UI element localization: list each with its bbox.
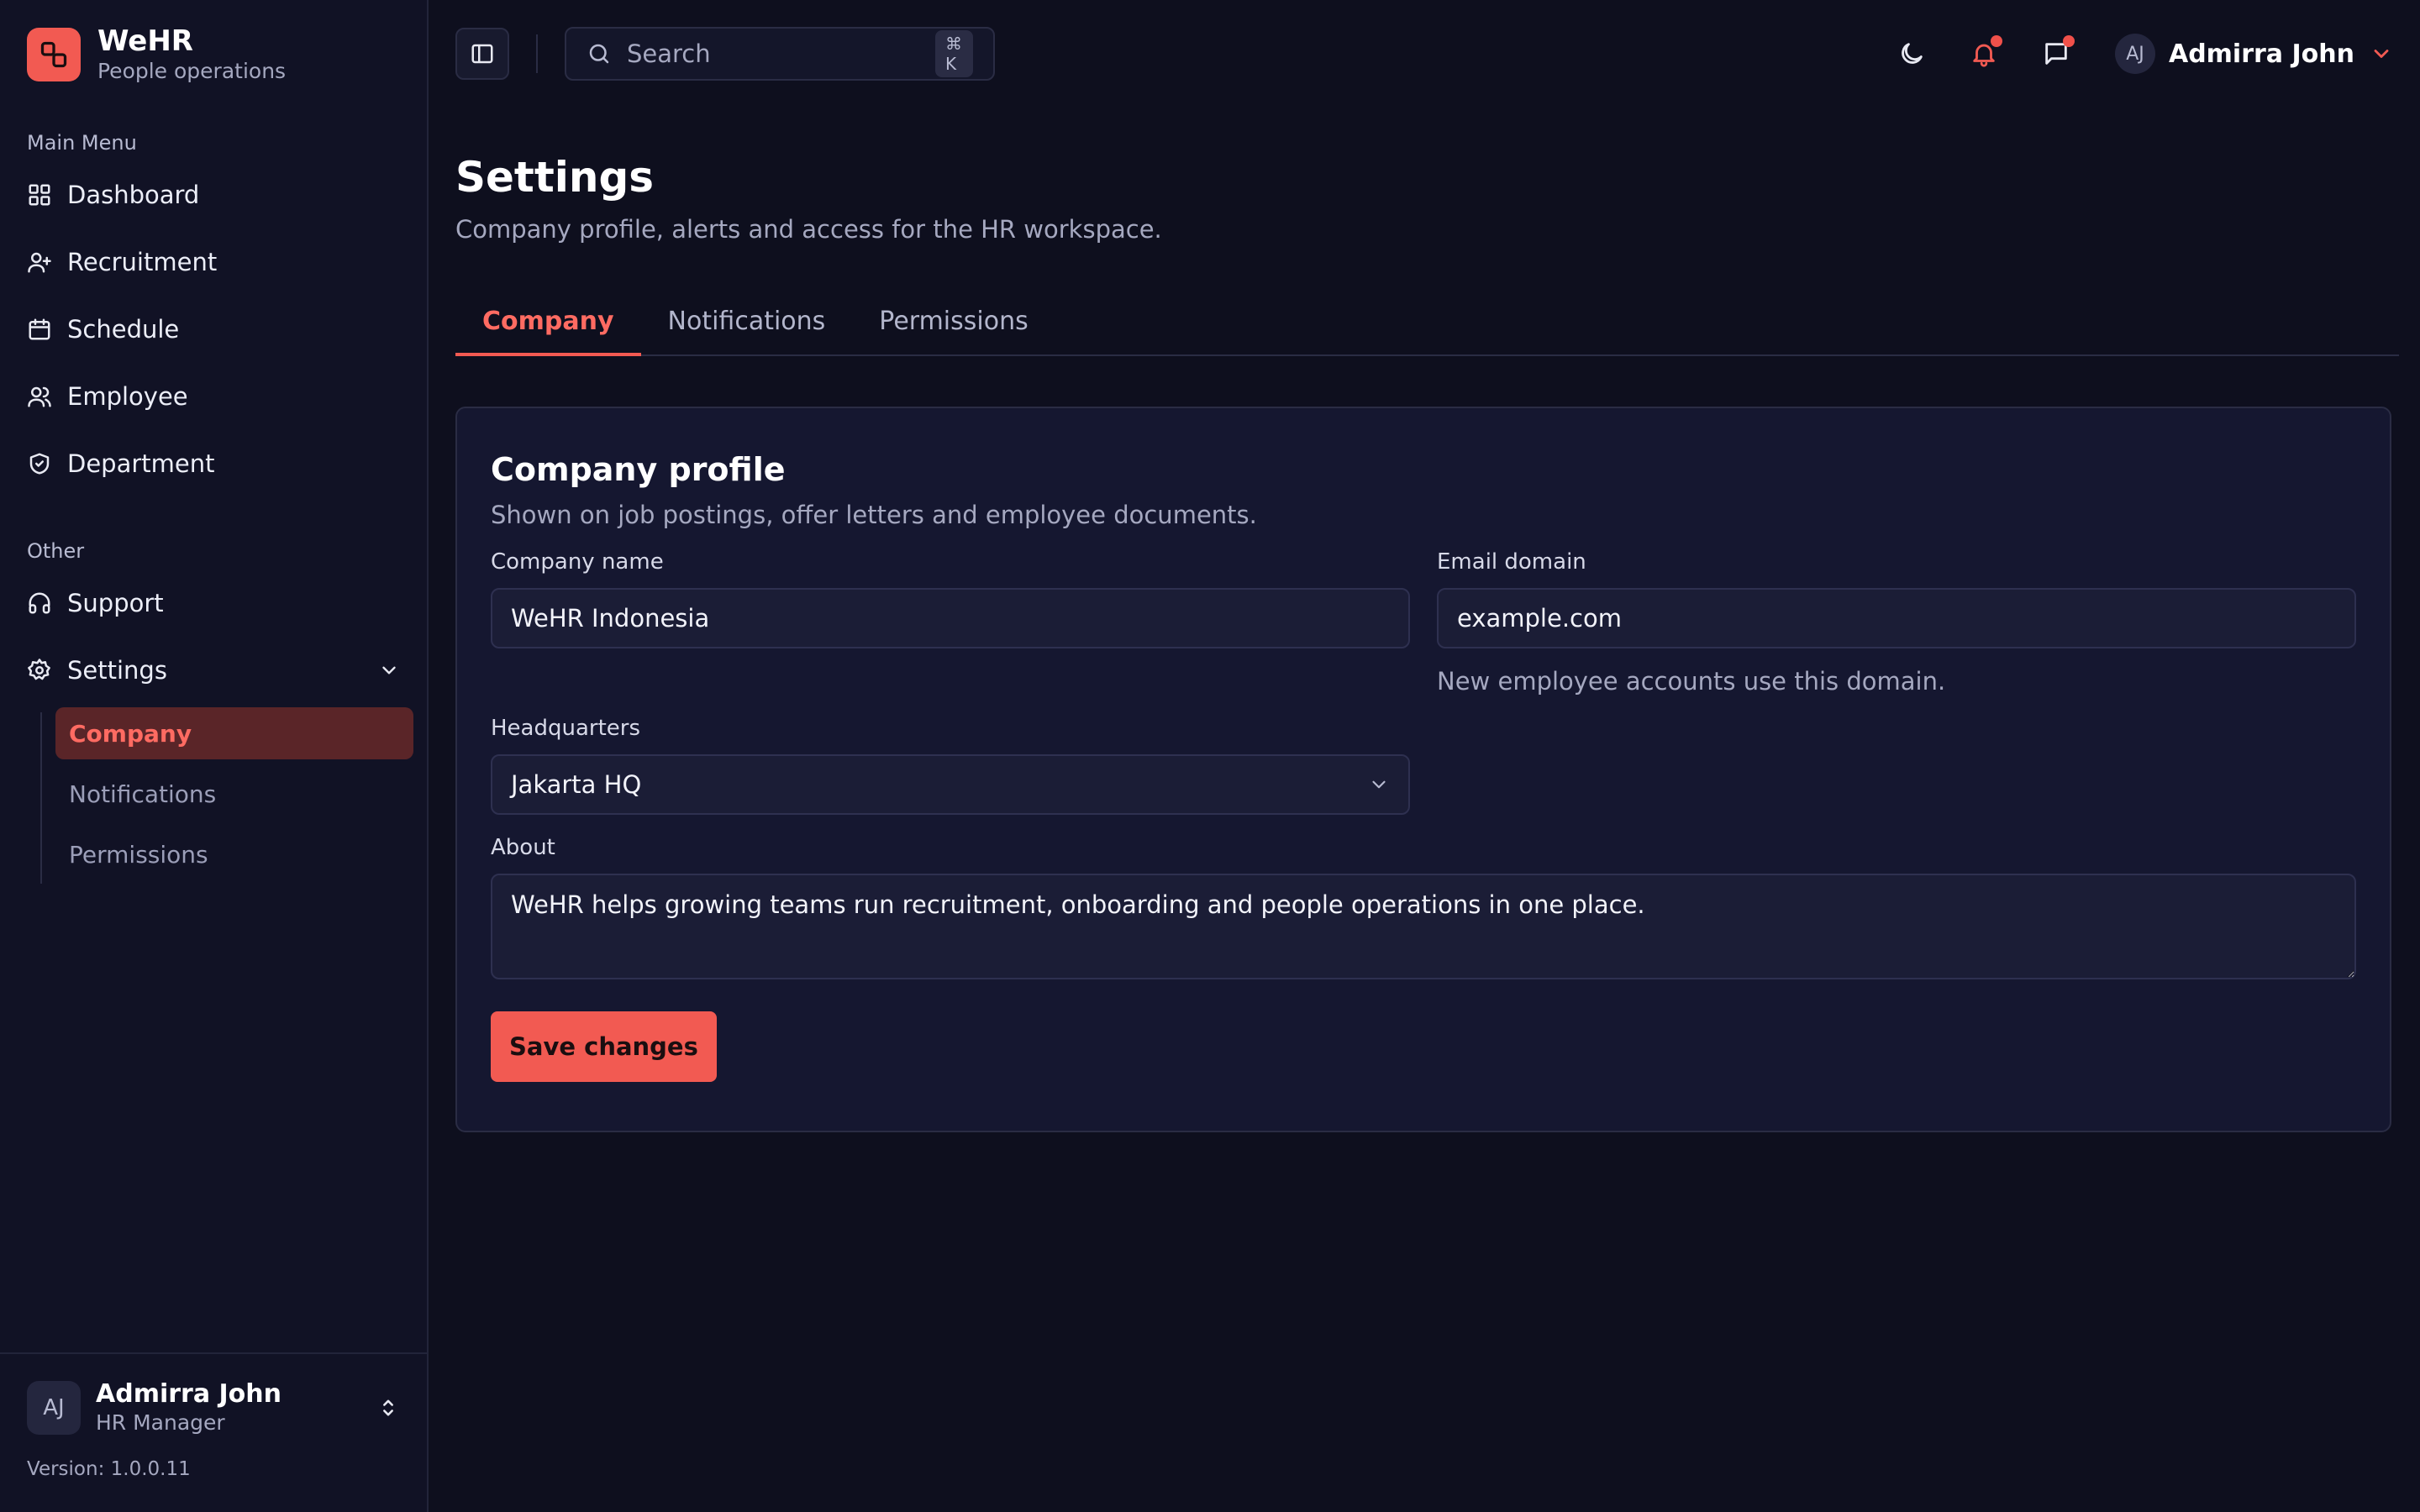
save-button[interactable]: Save changes — [491, 1011, 717, 1082]
sidebar-item-label: Support — [67, 589, 164, 617]
gear-icon — [27, 658, 52, 683]
subnav-item-company[interactable]: Company — [55, 707, 413, 759]
settings-subnav: Company Notifications Permissions — [39, 707, 427, 889]
headquarters-field: Headquarters Jakarta HQ — [491, 716, 2356, 815]
chevrons-up-down-icon — [376, 1396, 400, 1420]
sidebar-item-employee[interactable]: Employee — [0, 363, 427, 430]
subnav-item-notifications[interactable]: Notifications — [55, 768, 413, 820]
form-row: Company name Email domain New employee a… — [491, 549, 2356, 696]
settings-tabs: Company Notifications Permissions — [455, 289, 2399, 356]
email-domain-field: Email domain New employee accounts use t… — [1437, 549, 2356, 696]
company-name-field: Company name — [491, 549, 1410, 696]
messages-button[interactable] — [2039, 35, 2075, 71]
user-menu[interactable]: AJ Admirra John — [2114, 34, 2393, 74]
account-info: Admirra John HR Manager — [96, 1379, 281, 1436]
users-icon — [27, 384, 52, 409]
account-name: Admirra John — [96, 1379, 282, 1409]
main-content: ⌘ K — [429, 0, 2420, 1512]
other-label: Other — [27, 539, 85, 563]
user-name: Admirra John — [2168, 39, 2354, 69]
sidebar-item-label: Settings — [67, 656, 167, 685]
headquarters-label: Headquarters — [491, 716, 641, 741]
notification-dot — [1990, 35, 2002, 47]
page-subtitle: Company profile, alerts and access for t… — [455, 215, 1162, 244]
about-label: About — [491, 835, 555, 860]
sidebar-item-schedule[interactable]: Schedule — [0, 296, 427, 363]
search-icon — [587, 41, 612, 66]
brand-text: WeHR People operations — [97, 24, 286, 85]
account-switcher[interactable]: AJ Admirra John HR Manager — [27, 1379, 400, 1436]
user-plus-icon — [27, 249, 52, 275]
sidebar-item-label: Dashboard — [67, 181, 200, 209]
shield-icon — [27, 451, 52, 476]
divider — [536, 34, 538, 73]
message-dot — [2062, 35, 2075, 47]
topbar-actions: AJ Admirra John — [1856, 34, 2393, 74]
sidebar-item-label: Schedule — [67, 315, 180, 344]
headquarters-select[interactable]: Jakarta HQ — [491, 754, 1410, 815]
sidebar-toggle-icon — [470, 41, 495, 66]
company-name-label: Company name — [491, 549, 664, 575]
brand-logo-icon — [27, 28, 81, 81]
sidebar-item-settings[interactable]: Settings — [0, 637, 427, 704]
sidebar-toggle-button[interactable] — [455, 28, 509, 80]
about-field: About WeHR helps growing teams run recru… — [491, 835, 2356, 983]
about-textarea[interactable]: WeHR helps growing teams run recruitment… — [491, 874, 2356, 979]
subnav-item-permissions[interactable]: Permissions — [55, 828, 413, 880]
card-subtitle: Shown on job postings, offer letters and… — [491, 501, 1257, 529]
avatar: AJ — [27, 1381, 81, 1435]
search-shortcut-badge: ⌘ K — [935, 30, 973, 77]
search-input[interactable] — [627, 39, 935, 68]
sidebar-item-label: Recruitment — [67, 248, 218, 276]
chevron-down-icon — [1368, 774, 1390, 795]
chevron-down-icon[interactable] — [378, 659, 400, 681]
account-role: HR Manager — [96, 1410, 225, 1435]
sidebar-item-dashboard[interactable]: Dashboard — [0, 161, 427, 228]
sidebar-footer: AJ Admirra John HR Manager Version: 1.0.… — [0, 1352, 427, 1512]
tab-permissions[interactable]: Permissions — [852, 287, 1055, 354]
sidebar-item-support[interactable]: Support — [0, 570, 427, 637]
chevron-down-icon — [2370, 42, 2393, 66]
search-box[interactable]: ⌘ K — [565, 27, 995, 81]
calendar-icon — [27, 317, 52, 342]
main-menu-label: Main Menu — [27, 131, 137, 155]
brand-tagline: People operations — [97, 59, 287, 83]
sidebar-item-department[interactable]: Department — [0, 430, 427, 497]
sidebar-item-recruitment[interactable]: Recruitment — [0, 228, 427, 296]
headquarters-value: Jakarta HQ — [511, 770, 642, 799]
page-title: Settings — [455, 153, 655, 202]
app-version: Version: 1.0.0.11 — [27, 1458, 191, 1480]
notifications-button[interactable] — [1967, 35, 2002, 71]
page-header: Settings Company profile, alerts and acc… — [429, 108, 2420, 244]
tab-notifications[interactable]: Notifications — [641, 287, 853, 354]
sidebar-item-label: Department — [67, 449, 215, 478]
sidebar: WeHR People operations Main Menu Dashboa… — [0, 0, 429, 1512]
email-domain-hint: New employee accounts use this domain. — [1437, 667, 1946, 696]
moon-icon — [1897, 39, 1926, 68]
card-title: Company profile — [491, 451, 786, 488]
dashboard-grid-icon — [27, 182, 52, 207]
email-domain-input[interactable] — [1437, 588, 2356, 648]
email-domain-label: Email domain — [1437, 549, 1586, 575]
theme-toggle-button[interactable] — [1895, 37, 1928, 71]
topbar: ⌘ K — [429, 0, 2420, 108]
brand[interactable]: WeHR People operations — [0, 0, 427, 84]
brand-name: WeHR — [97, 24, 193, 58]
sidebar-item-label: Employee — [67, 382, 188, 411]
headphones-icon — [27, 591, 52, 616]
company-profile-card: Company profile Shown on job postings, o… — [455, 407, 2391, 1132]
tab-company[interactable]: Company — [455, 287, 641, 356]
company-name-input[interactable] — [491, 588, 1410, 648]
avatar: AJ — [2114, 34, 2155, 74]
app-root: WeHR People operations Main Menu Dashboa… — [0, 0, 2420, 1512]
